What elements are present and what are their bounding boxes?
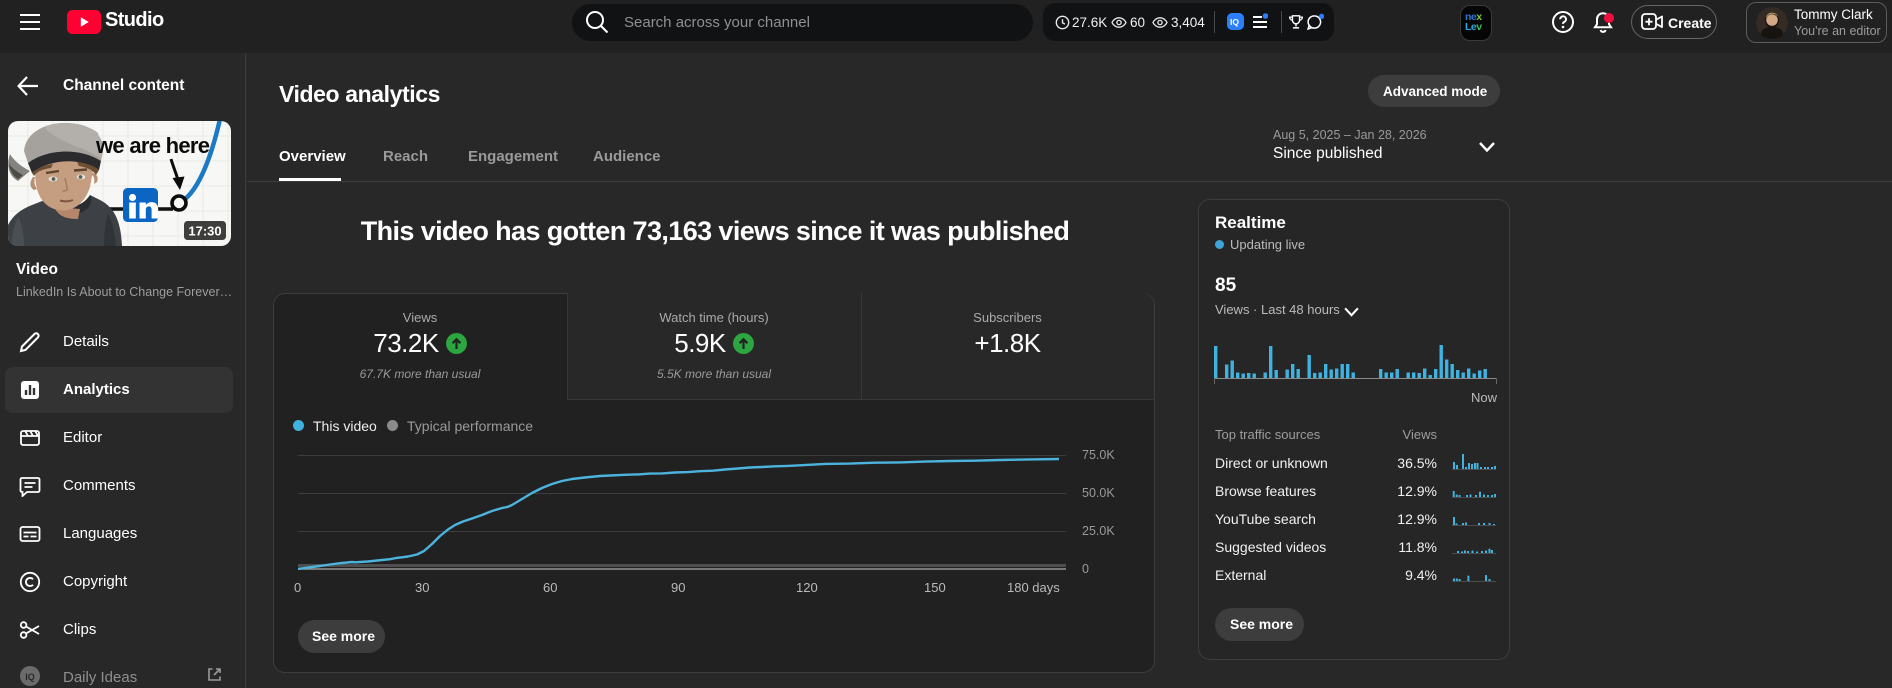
svg-text:we are here: we are here [95, 133, 210, 158]
svg-text:IQ: IQ [25, 672, 35, 682]
svg-text:17:30: 17:30 [188, 224, 221, 239]
